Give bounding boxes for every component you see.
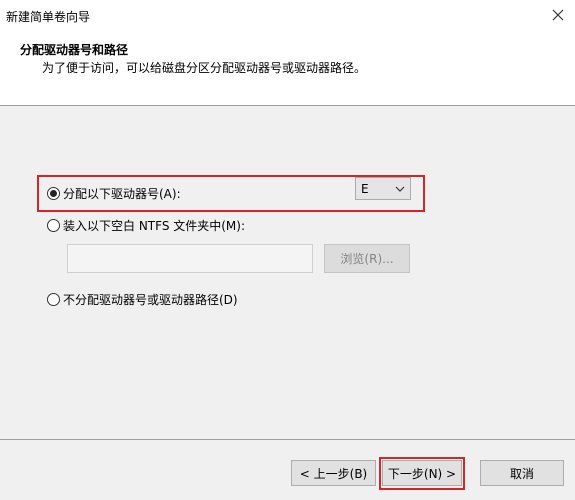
chevron-down-icon	[395, 186, 405, 192]
footer-separator	[0, 439, 575, 440]
close-button[interactable]	[541, 0, 575, 30]
close-icon	[552, 9, 564, 21]
drive-letter-value: E	[361, 181, 369, 196]
mount-folder-radio[interactable]	[47, 219, 60, 232]
no-assign-radio[interactable]	[47, 293, 60, 306]
assign-letter-option[interactable]: 分配以下驱动器号(A):	[47, 185, 181, 202]
title-bar: 新建简单卷向导	[0, 0, 575, 30]
window-title: 新建简单卷向导	[6, 10, 91, 24]
drive-letter-select[interactable]: E	[355, 177, 411, 200]
wizard-header: 分配驱动器号和路径 为了便于访问，可以给磁盘分区分配驱动器号或驱动器路径。	[0, 30, 575, 106]
assign-letter-label: 分配以下驱动器号(A):	[63, 187, 181, 201]
mount-folder-label: 装入以下空白 NTFS 文件夹中(M):	[63, 219, 246, 233]
mount-folder-option[interactable]: 装入以下空白 NTFS 文件夹中(M):	[47, 217, 245, 234]
radio-selected-dot	[50, 190, 57, 197]
cancel-button[interactable]: 取消	[480, 460, 564, 486]
wizard-content: 分配以下驱动器号(A): E 装入以下空白 NTFS 文件夹中(M): 浏览(R…	[0, 107, 575, 439]
browse-button[interactable]: 浏览(R)...	[324, 244, 410, 273]
back-button[interactable]: < 上一步(B)	[291, 460, 376, 486]
page-subtitle: 为了便于访问，可以给磁盘分区分配驱动器号或驱动器路径。	[42, 61, 367, 75]
next-button[interactable]: 下一步(N) >	[382, 460, 462, 486]
no-assign-option[interactable]: 不分配驱动器号或驱动器路径(D)	[47, 291, 238, 308]
page-title: 分配驱动器号和路径	[20, 43, 129, 57]
assign-letter-radio[interactable]	[47, 187, 60, 200]
no-assign-label: 不分配驱动器号或驱动器路径(D)	[63, 293, 238, 307]
folder-path-input[interactable]	[67, 244, 313, 273]
